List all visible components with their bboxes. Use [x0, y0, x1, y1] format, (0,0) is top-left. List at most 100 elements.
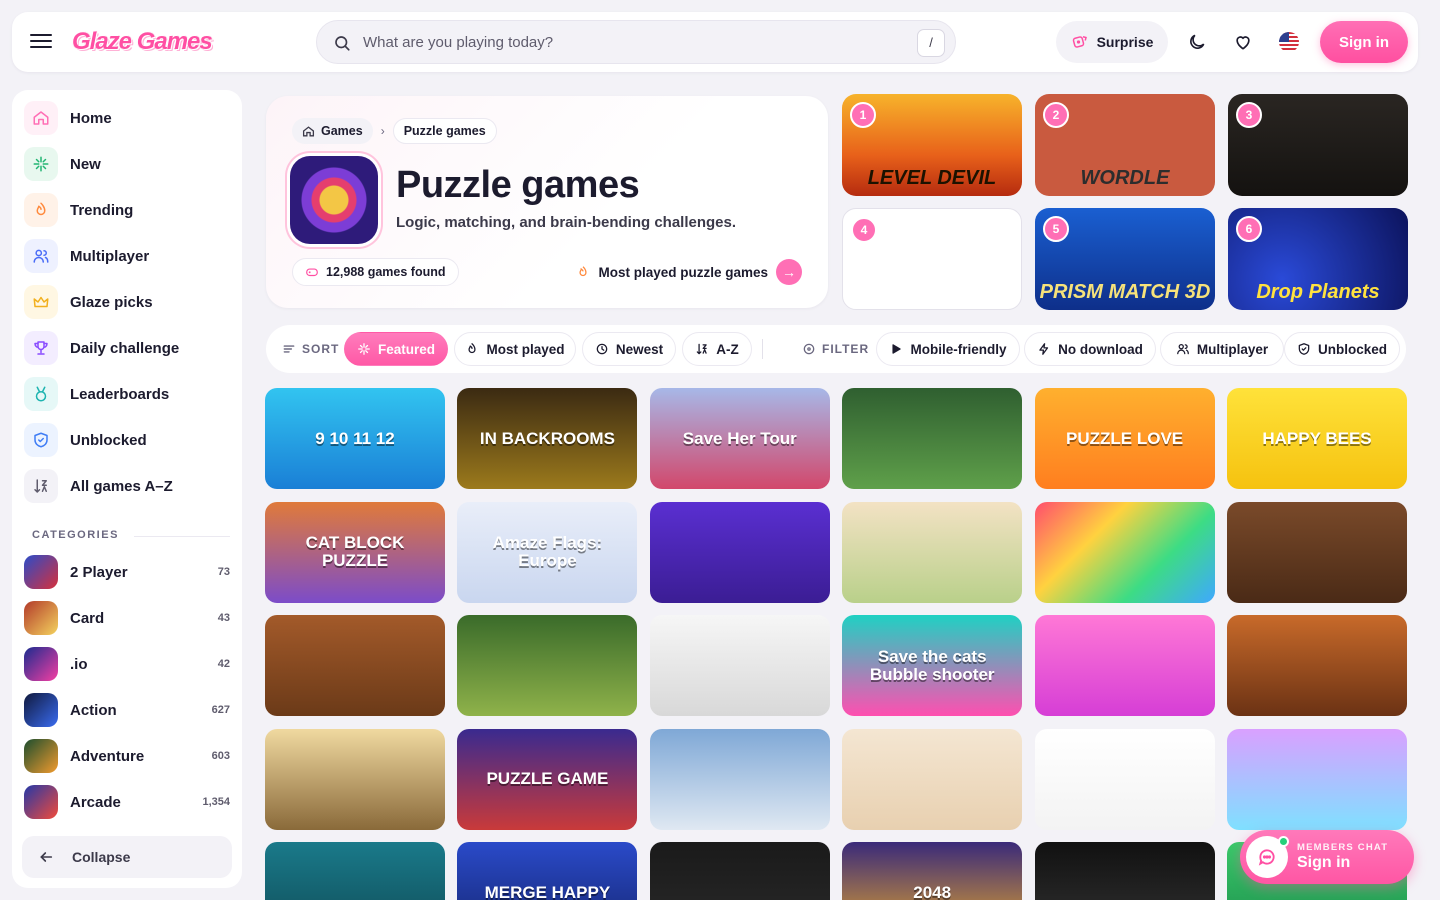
filter-label: FILTER — [822, 342, 870, 356]
game-tile[interactable]: CAT BLOCK PUZZLE — [265, 501, 445, 603]
game-tile[interactable]: Amaze Flags: Europe — [457, 501, 638, 603]
sidebar-item-unblocked[interactable]: Unblocked — [24, 420, 230, 460]
game-tile[interactable] — [1227, 501, 1407, 603]
filter-unblocked[interactable]: Unblocked — [1284, 332, 1400, 366]
game-tile[interactable] — [1034, 501, 1215, 603]
featured-game-title: PRISM MATCH 3D — [1039, 281, 1211, 303]
game-tile[interactable] — [457, 615, 638, 717]
game-tile[interactable]: Save Her Tour — [649, 388, 830, 489]
trophy-icon — [24, 331, 58, 365]
game-tile[interactable] — [842, 501, 1023, 603]
menu-icon[interactable] — [30, 30, 52, 54]
logo[interactable]: Glaze Games — [72, 24, 213, 60]
category-item-io[interactable]: .io 42 — [24, 644, 230, 684]
game-tile[interactable] — [265, 728, 445, 830]
game-tile[interactable]: 2048 — [842, 842, 1023, 900]
sidebar-item-leaderboards[interactable]: Leaderboards — [24, 374, 230, 414]
game-tile[interactable] — [265, 615, 445, 717]
category-icon — [290, 156, 378, 244]
category-item-action[interactable]: Action 627 — [24, 690, 230, 730]
arrow-left-icon — [40, 852, 53, 862]
filter-bar: SORT Featured Most played Newest A-Z FILTER… — [266, 325, 1406, 373]
game-tile[interactable] — [1034, 728, 1215, 830]
sort-most-played[interactable]: Most played — [454, 332, 576, 366]
sidebar-item-home[interactable]: Home — [24, 98, 230, 138]
game-tile[interactable] — [649, 842, 830, 900]
category-item-card[interactable]: Card 43 — [24, 598, 230, 638]
featured-game-card[interactable]: 5 PRISM MATCH 3D — [1035, 208, 1215, 310]
page-title: Puzzle games — [396, 164, 640, 206]
category-count: 627 — [211, 704, 230, 716]
game-tile[interactable] — [265, 842, 445, 900]
filter-multiplayer[interactable]: Multiplayer — [1160, 332, 1284, 366]
sidebar-item-glaze-picks[interactable]: Glaze picks — [24, 282, 230, 322]
game-tile[interactable]: PUZZLE GAME — [457, 728, 638, 830]
category-item-2-player[interactable]: 2 Player 73 — [24, 552, 230, 592]
shield-icon — [24, 423, 58, 457]
game-tile[interactable]: PUZZLE LOVE — [1034, 388, 1215, 489]
sidebar-item-label: Daily challenge — [70, 339, 180, 357]
sort-label-group: SORT — [282, 325, 339, 373]
game-tile[interactable]: 9 10 11 12 — [265, 388, 445, 489]
members-chat-button[interactable]: MEMBERS CHAT Sign in — [1240, 830, 1414, 884]
game-tile[interactable]: MERGE HAPPY — [457, 842, 638, 900]
sidebar-item-daily-challenge[interactable]: Daily challenge — [24, 328, 230, 368]
breadcrumb-games[interactable]: Games — [292, 118, 373, 144]
sort-a-z[interactable]: A-Z — [682, 332, 752, 366]
game-tile[interactable] — [649, 615, 830, 717]
game-tile-art-text: Save the cats Bubble shooter — [869, 646, 995, 684]
game-tile[interactable]: IN BACKROOMS — [457, 388, 638, 489]
game-tile[interactable] — [649, 728, 830, 830]
sort-label: SORT — [302, 342, 340, 356]
featured-game-card[interactable]: 4 — [842, 208, 1022, 310]
game-tile-art-text: Save Her Tour — [682, 428, 797, 448]
sign-in-button[interactable]: Sign in — [1320, 21, 1408, 63]
sidebar-item-label: Leaderboards — [70, 385, 170, 403]
filter-option-label: Mobile-friendly — [910, 341, 1007, 357]
game-tile[interactable] — [1227, 615, 1407, 717]
sidebar-item-trending[interactable]: Trending — [24, 190, 230, 230]
category-item-adventure[interactable]: Adventure 603 — [24, 736, 230, 776]
sidebar-item-all-games-a-z[interactable]: All games A–Z — [24, 466, 230, 506]
most-played-link[interactable]: Most played puzzle games → — [576, 259, 802, 285]
category-count: 603 — [211, 750, 230, 762]
game-tile[interactable] — [1034, 842, 1215, 900]
game-tile[interactable] — [842, 728, 1023, 830]
game-tile-art-text: HAPPY BEES — [1262, 428, 1372, 448]
category-thumbnail — [24, 555, 58, 589]
chat-title: MEMBERS CHAT — [1297, 842, 1389, 853]
sidebar-item-label: Unblocked — [70, 431, 147, 449]
arrow-right-icon: → — [776, 259, 802, 285]
featured-game-card[interactable]: 2 WORDLE — [1035, 94, 1215, 196]
favorites-button[interactable] — [1230, 29, 1256, 55]
game-tile[interactable] — [649, 501, 830, 603]
sort-newest[interactable]: Newest — [582, 332, 676, 366]
game-tile[interactable]: HAPPY BEES — [1227, 388, 1407, 489]
game-tile[interactable]: Save the cats Bubble shooter — [842, 615, 1023, 717]
category-item-arcade[interactable]: Arcade 1,354 — [24, 782, 230, 822]
filter-no-download[interactable]: No download — [1024, 332, 1156, 366]
sort-featured[interactable]: Featured — [344, 332, 448, 366]
game-tile[interactable] — [1227, 728, 1407, 830]
breadcrumb-separator: › — [380, 124, 385, 138]
surprise-button[interactable]: Surprise — [1056, 21, 1168, 63]
game-tile-art-text: Amaze Flags: Europe — [492, 533, 603, 571]
sidebar-item-multiplayer[interactable]: Multiplayer — [24, 236, 230, 276]
search-input[interactable] — [363, 21, 863, 63]
game-tile[interactable] — [842, 388, 1023, 489]
crown-icon — [24, 285, 58, 319]
collapse-button[interactable]: Collapse — [22, 836, 232, 878]
dark-mode-toggle[interactable] — [1184, 29, 1210, 55]
search-bar[interactable]: / — [316, 20, 956, 64]
sparkle-icon — [24, 147, 58, 181]
category-label: .io — [70, 655, 88, 673]
language-button[interactable] — [1276, 29, 1302, 55]
featured-game-card[interactable]: 3 — [1228, 94, 1408, 196]
game-tile[interactable] — [1034, 615, 1215, 717]
surprise-label: Surprise — [1096, 34, 1154, 50]
sidebar-item-new[interactable]: New — [24, 144, 230, 184]
filter-mobile-friendly[interactable]: Mobile-friendly — [876, 332, 1020, 366]
game-tile-art-text: PUZZLE GAME — [486, 769, 609, 789]
featured-game-card[interactable]: 6 Drop Planets — [1228, 208, 1408, 310]
featured-game-card[interactable]: 1 LEVEL DEVIL — [842, 94, 1022, 196]
